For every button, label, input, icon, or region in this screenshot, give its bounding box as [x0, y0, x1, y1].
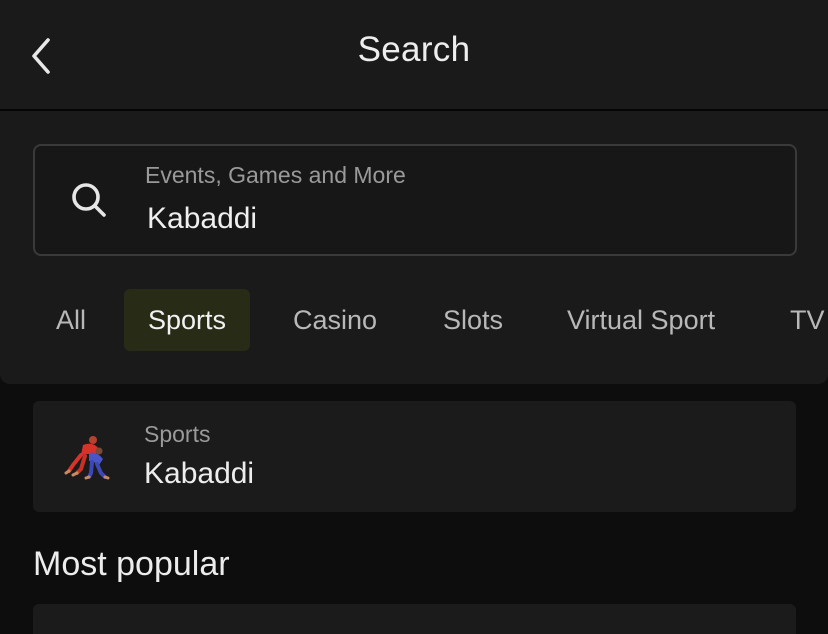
search-box[interactable]: Events, Games and More — [33, 144, 797, 256]
search-icon — [72, 183, 106, 217]
result-title: Kabaddi — [144, 457, 255, 490]
most-popular-heading: Most popular — [33, 545, 230, 583]
category-tabs: All Sports Casino Slots Virtual Sport TV — [0, 287, 828, 353]
tab-sports[interactable]: Sports — [124, 289, 251, 351]
search-result-item[interactable]: Sports Kabaddi — [33, 401, 796, 512]
popular-item[interactable] — [33, 604, 796, 634]
page-title: Search — [357, 30, 471, 69]
tab-slots[interactable]: Slots — [443, 289, 503, 351]
search-panel: Events, Games and More All Sports Casino… — [0, 111, 828, 384]
tab-tv[interactable]: TV — [790, 289, 825, 351]
search-placeholder: Events, Games and More — [145, 162, 406, 188]
tab-all[interactable]: All — [56, 289, 86, 351]
kabaddi-icon — [64, 436, 110, 480]
result-category: Sports — [144, 421, 211, 447]
header-bar: Search — [0, 0, 828, 111]
tab-virtual-sport[interactable]: Virtual Sport — [567, 289, 715, 351]
tab-casino[interactable]: Casino — [293, 289, 377, 351]
search-input[interactable] — [147, 202, 747, 236]
